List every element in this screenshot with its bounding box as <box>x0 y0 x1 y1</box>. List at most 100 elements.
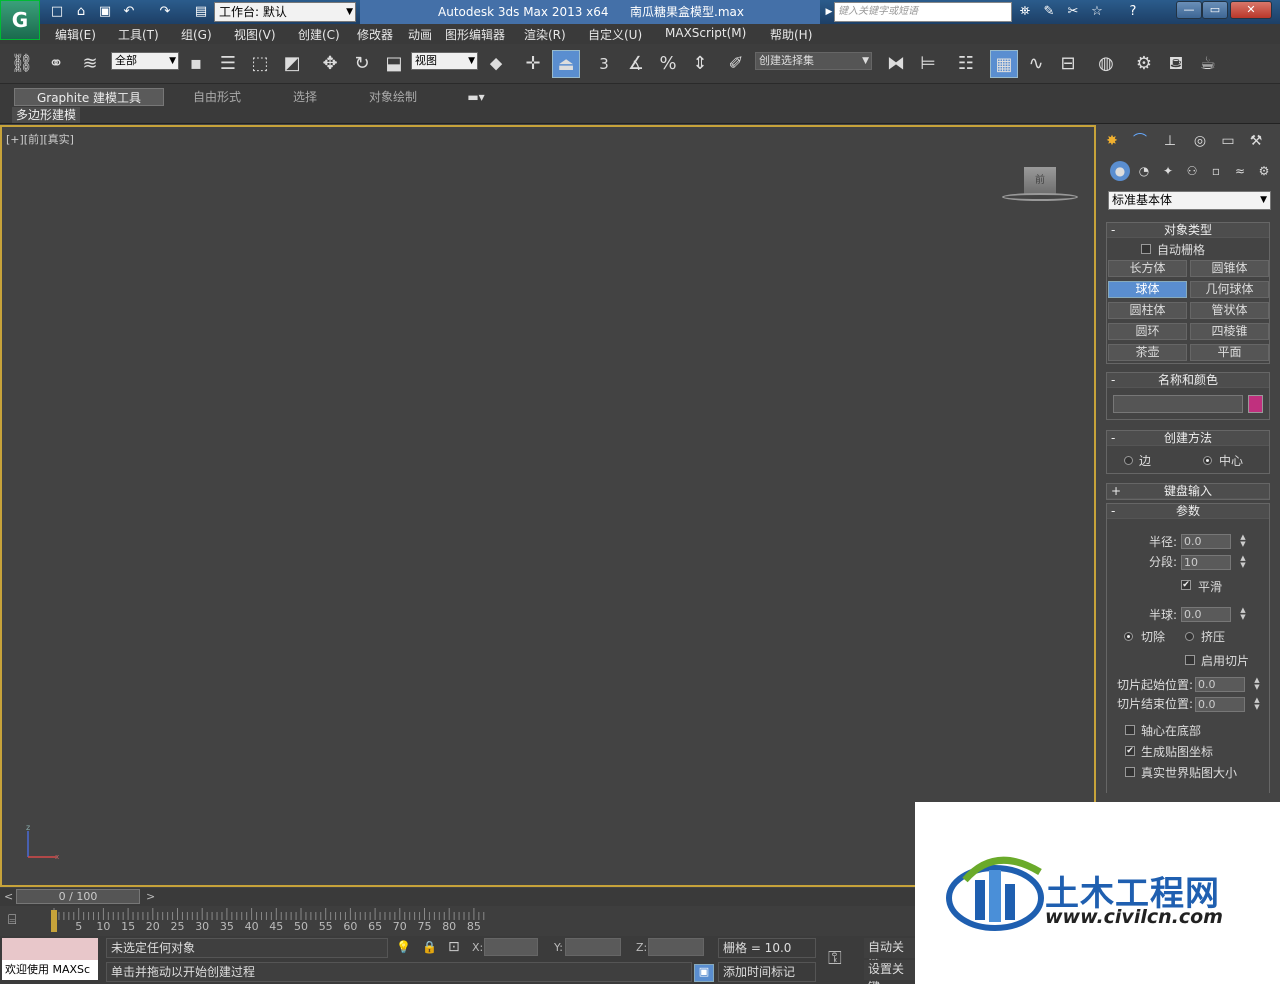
slice-from-spinner[interactable]: ▲ ▼ <box>1253 677 1261 692</box>
base-to-pivot-checkbox[interactable] <box>1125 725 1135 735</box>
cameras-icon[interactable]: ⚇ <box>1182 161 1202 181</box>
info-center-icon[interactable]: ✎ <box>1040 3 1058 21</box>
lights-icon[interactable]: ✦ <box>1158 161 1178 181</box>
binoculars-icon[interactable]: ⛯ <box>1016 3 1034 21</box>
help-icon[interactable]: ? <box>1124 3 1142 21</box>
time-slider-thumb[interactable]: 0 / 100 <box>16 889 140 904</box>
project-folder-icon[interactable]: ▤ <box>192 3 210 21</box>
torus-button[interactable]: 圆环 <box>1108 323 1187 340</box>
tab-graphite-modeling[interactable]: Graphite 建模工具 <box>14 88 164 106</box>
hierarchy-tab-icon[interactable]: ⊥ <box>1158 129 1182 153</box>
spinner-snap-icon[interactable]: ⇕ <box>686 50 714 78</box>
viewcube[interactable]: 前 <box>1002 163 1078 203</box>
segments-input[interactable]: 10 <box>1181 555 1231 570</box>
modify-tab-icon[interactable]: ⌒ <box>1128 129 1152 153</box>
create-tab-icon[interactable]: ✸ <box>1100 129 1124 153</box>
helpers-icon[interactable]: ▫ <box>1206 161 1226 181</box>
subscription-icon[interactable]: ✂ <box>1064 3 1082 21</box>
menu-maxscript[interactable]: MAXScript(M) <box>665 26 746 40</box>
set-key-button[interactable]: 设置关键 <box>864 960 915 984</box>
cone-button[interactable]: 圆锥体 <box>1190 260 1269 277</box>
radius-spinner[interactable]: ▲ ▼ <box>1239 534 1247 549</box>
pyramid-button[interactable]: 四棱锥 <box>1190 323 1269 340</box>
auto-grid-checkbox[interactable] <box>1141 244 1151 254</box>
utilities-tab-icon[interactable]: ⚒ <box>1244 129 1268 153</box>
app-logo-button[interactable]: G <box>0 0 40 40</box>
maxscript-welcome[interactable]: 欢迎使用 MAXSc <box>2 960 98 980</box>
pivot-center-icon[interactable]: ⬥ <box>482 50 510 78</box>
box-button[interactable]: 长方体 <box>1108 260 1187 277</box>
auto-key-button[interactable]: 自动关键 <box>864 938 915 972</box>
snaps-toggle-icon[interactable]: 3 <box>590 50 618 78</box>
tab-freeform[interactable]: 自由形式 <box>180 88 254 106</box>
chop-radio[interactable] <box>1124 632 1133 641</box>
parameters-header[interactable]: - 参数 <box>1107 504 1269 519</box>
tab-selection[interactable]: 选择 <box>280 88 330 106</box>
object-name-input[interactable] <box>1113 395 1243 413</box>
time-cursor[interactable] <box>51 910 57 932</box>
percent-snap-icon[interactable]: % <box>654 50 682 78</box>
link-icon[interactable]: ⛓ <box>8 50 36 78</box>
align-icon[interactable]: ⊨ <box>914 50 942 78</box>
tab-object-paint[interactable]: 对象绘制 <box>356 88 430 106</box>
squash-radio[interactable] <box>1185 632 1194 641</box>
creation-method-header[interactable]: - 创建方法 <box>1107 431 1269 446</box>
open-file-icon[interactable]: ⌂ <box>72 3 90 21</box>
unlink-icon[interactable]: ⚭ <box>42 50 70 78</box>
render-production-icon[interactable]: ☕ <box>1194 50 1222 78</box>
search-input[interactable]: 键入关键字或短语 <box>834 2 1012 22</box>
schematic-view-icon[interactable]: ⊟ <box>1054 50 1082 78</box>
object-category-select[interactable]: 标准基本体 ▼ <box>1108 191 1271 210</box>
object-color-swatch[interactable] <box>1248 395 1263 413</box>
move-icon[interactable]: ✥ <box>316 50 344 78</box>
display-tab-icon[interactable]: ▭ <box>1216 129 1240 153</box>
object-type-header[interactable]: - 对象类型 <box>1107 223 1269 238</box>
prev-frame-icon[interactable]: < <box>4 890 13 903</box>
menu-animation[interactable]: 动画 <box>408 26 432 43</box>
hemisphere-input[interactable]: 0.0 <box>1181 607 1231 622</box>
menu-rendering[interactable]: 渲染(R) <box>524 26 566 43</box>
select-object-icon[interactable]: ▪ <box>182 50 210 78</box>
selection-filter-select[interactable]: 全部 ▼ <box>111 52 179 70</box>
layer-manager-icon[interactable]: ☷ <box>952 50 980 78</box>
plane-button[interactable]: 平面 <box>1190 344 1269 361</box>
space-warps-icon[interactable]: ≈ <box>1230 161 1250 181</box>
slice-on-checkbox[interactable] <box>1185 655 1195 665</box>
segments-spinner[interactable]: ▲ ▼ <box>1239 555 1247 570</box>
menu-graph-editors[interactable]: 图形编辑器 <box>445 26 505 43</box>
rotate-icon[interactable]: ↻ <box>348 50 376 78</box>
menu-modifiers[interactable]: 修改器 <box>357 26 393 43</box>
radius-input[interactable]: 0.0 <box>1181 534 1231 549</box>
angle-snap-icon[interactable]: ∡ <box>622 50 650 78</box>
geosphere-button[interactable]: 几何球体 <box>1190 281 1269 298</box>
mirror-icon[interactable]: ⧓ <box>882 50 910 78</box>
center-radio[interactable] <box>1203 456 1212 465</box>
name-color-header[interactable]: - 名称和颜色 <box>1107 373 1269 388</box>
graphite-toggle-icon[interactable]: ▦ <box>990 50 1018 78</box>
z-coordinate-input[interactable] <box>648 938 704 956</box>
maximize-button[interactable]: ▭ <box>1202 1 1228 19</box>
real-world-map-checkbox[interactable] <box>1125 767 1135 777</box>
motion-tab-icon[interactable]: ◎ <box>1188 129 1212 153</box>
window-crossing-icon[interactable]: ◩ <box>278 50 306 78</box>
maxscript-listener[interactable] <box>2 938 98 960</box>
edit-named-selection-icon[interactable]: ✐ <box>722 50 750 78</box>
workspace-select[interactable]: 工作台: 默认 ▼ <box>214 2 356 22</box>
tube-button[interactable]: 管状体 <box>1190 302 1269 319</box>
teapot-button[interactable]: 茶壶 <box>1108 344 1187 361</box>
keyboard-shortcut-override-icon[interactable]: ⏏ <box>552 50 580 78</box>
absolute-mode-icon[interactable]: ⊡ <box>448 939 460 955</box>
viewcube-front-face[interactable]: 前 <box>1024 167 1056 195</box>
add-time-tag[interactable]: 添加时间标记 <box>718 962 816 982</box>
rendered-frame-icon[interactable]: ⛾ <box>1162 50 1190 78</box>
sphere-button[interactable]: 球体 <box>1108 281 1187 298</box>
time-tag-icon[interactable]: ▣ <box>694 964 714 982</box>
menu-create[interactable]: 创建(C) <box>298 26 340 43</box>
front-viewport[interactable]: [+][前][真实] 前 z x <box>0 125 1096 887</box>
favorites-icon[interactable]: ☆ <box>1088 3 1106 21</box>
track-bar[interactable]: ⌸ 0510152025303540455055606570758085 <box>0 906 915 936</box>
shapes-icon[interactable]: ◔ <box>1134 161 1154 181</box>
x-coordinate-input[interactable] <box>484 938 538 956</box>
select-manipulate-icon[interactable]: ✛ <box>519 50 547 78</box>
curve-editor-icon[interactable]: ∿ <box>1022 50 1050 78</box>
